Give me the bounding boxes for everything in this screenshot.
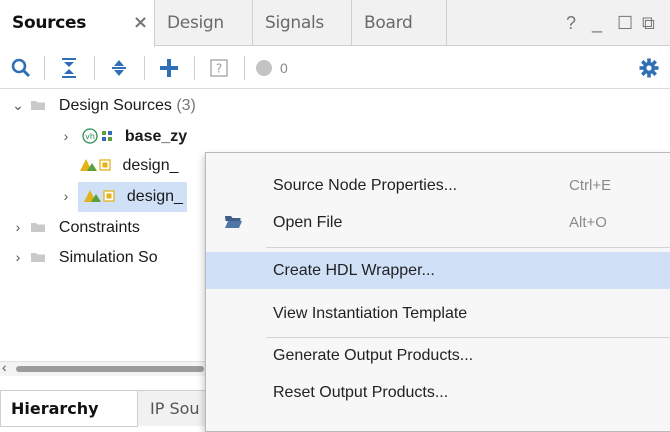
tree-node-design-2[interactable]: › design_ [58,181,187,212]
block-design-icon [84,190,116,202]
menu-item-generate-output-products[interactable]: Generate Output Products... [206,337,670,374]
menu-item-label: View Instantiation Template [273,305,468,322]
design-sources-label: Design Sources [58,97,172,114]
menu-item-shortcut: Alt+O [569,214,607,231]
base-zynq-label: base_zy [124,128,188,145]
svg-text:?: ? [216,62,222,76]
menu-item-label: Source Node Properties... [273,177,458,194]
tree-node-base-zynq[interactable]: › vh base_zy [58,121,188,151]
tab-design[interactable]: Design [155,0,253,46]
status-count: 0 [280,60,288,76]
scroll-left-icon[interactable]: ‹ [2,359,7,375]
simulation-sources-label: Simulation So [58,249,158,266]
menu-item-view-instantiation-template[interactable]: View Instantiation Template [206,295,670,332]
sources-panel: Sources × Design Signals Board ? _ ☐ ⧉ ?… [0,0,670,432]
menu-item-label: Create HDL Wrapper... [273,262,435,279]
restore-icon[interactable]: ☐ [617,0,633,46]
menu-item-label: Reset Output Products... [273,384,449,401]
tab-ip-sources[interactable]: IP Sou [140,391,210,427]
gear-icon[interactable] [636,53,662,83]
tab-design-label: Design [167,13,224,33]
collapse-all-icon[interactable] [56,53,82,83]
tab-board[interactable]: Board [352,0,447,46]
menu-item-source-node-properties[interactable]: Source Node Properties... Ctrl+E [206,167,670,204]
status-dot-icon [256,60,272,76]
tab-sources-label: Sources [12,13,87,33]
tab-hierarchy-label: Hierarchy [11,399,99,418]
menu-divider [266,247,670,248]
horizontal-scrollbar[interactable]: ‹ [0,359,205,376]
block-design-icon [80,159,111,171]
minimize-icon[interactable]: _ [592,0,602,46]
tab-bar: Sources × Design Signals Board ? _ ☐ ⧉ [0,0,670,47]
close-icon[interactable]: × [133,0,148,46]
vhdl-badge-text: vh [86,132,96,141]
tab-sources[interactable]: Sources × [0,0,155,47]
tab-signals[interactable]: Signals [253,0,352,46]
search-icon[interactable] [8,53,34,83]
constraints-label: Constraints [58,219,140,236]
tab-hierarchy[interactable]: Hierarchy [0,391,138,427]
selected-node[interactable]: design_ [78,182,187,212]
design-1-label: design_ [122,157,179,174]
folder-icon [31,223,46,232]
help-icon[interactable]: ? [566,0,576,46]
chevron-right-icon[interactable]: › [58,181,74,211]
menu-item-shortcut: Ctrl+E [569,177,612,194]
chevron-down-icon[interactable]: ⌄ [10,90,26,120]
folder-icon [31,253,46,262]
menu-item-open-file[interactable]: Open File Alt+O [206,204,670,241]
tab-board-label: Board [364,13,413,33]
scrollbar-thumb[interactable] [16,366,204,372]
menu-item-reset-output-products[interactable]: Reset Output Products... [206,374,670,411]
design-2-label: design_ [126,188,183,205]
expand-all-icon[interactable] [106,53,132,83]
chevron-right-icon[interactable]: › [10,242,26,272]
open-folder-icon [225,216,242,228]
menu-item-create-hdl-wrapper[interactable]: Create HDL Wrapper... [206,252,670,289]
chevron-right-icon[interactable]: › [10,212,26,242]
folder-icon [31,101,46,110]
vhdl-hierarchy-icon: vh [82,128,113,144]
status-indicator[interactable]: 0 [254,53,306,83]
add-icon[interactable] [156,53,182,83]
float-icon[interactable]: ⧉ [642,0,655,46]
tree-node-constraints[interactable]: › Constraints [10,212,140,242]
tab-ip-sources-label: IP Sou [150,399,200,418]
menu-item-label: Generate Output Products... [273,347,474,364]
design-sources-count: (3) [176,97,196,114]
tree-node-design-sources[interactable]: ⌄ Design Sources (3) [10,90,196,120]
context-menu: Source Node Properties... Ctrl+E Open Fi… [205,152,670,432]
help-box-icon[interactable]: ? [206,53,232,83]
toolbar: ? 0 [0,47,670,89]
tree-node-design-1[interactable]: design_ [78,151,179,181]
chevron-right-icon[interactable]: › [58,121,74,151]
tree-node-simulation-sources[interactable]: › Simulation So [10,242,158,272]
menu-item-label: Open File [273,214,343,231]
tab-signals-label: Signals [265,13,324,33]
